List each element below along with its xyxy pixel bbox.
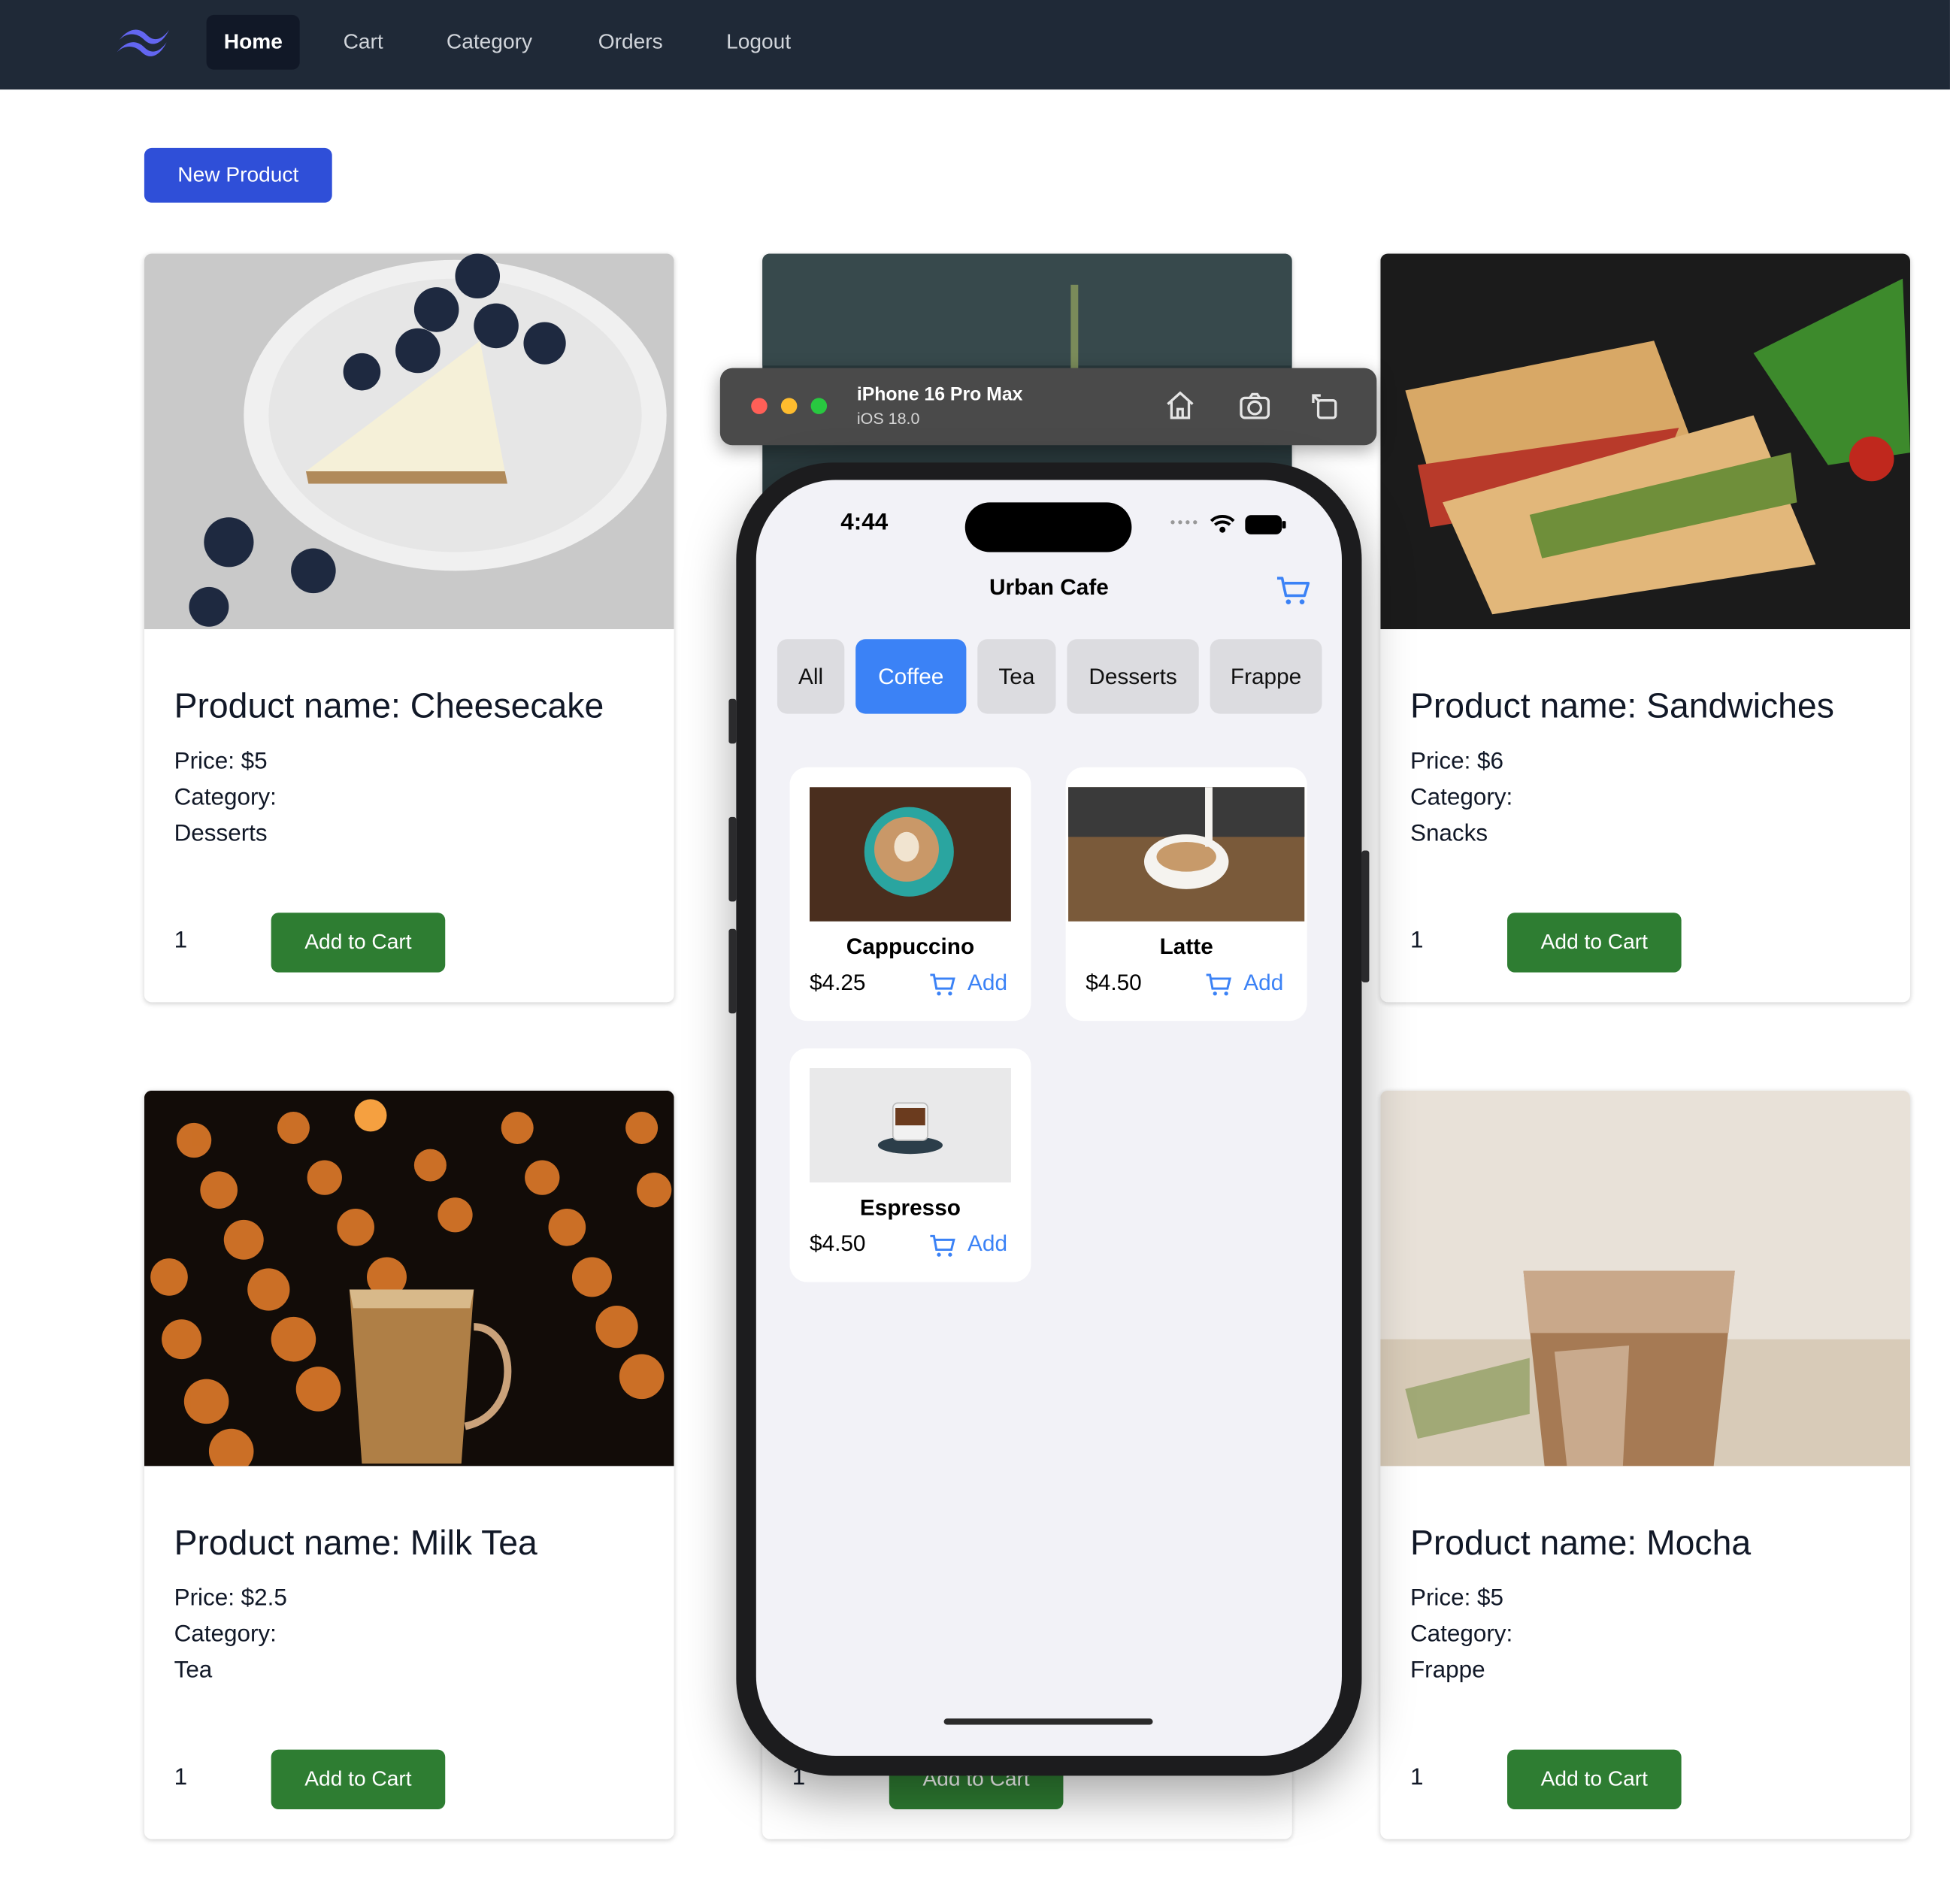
zoom-window-button[interactable] (810, 398, 828, 414)
product-category: Tea (174, 1657, 213, 1684)
dynamic-island (964, 502, 1132, 552)
item-name: Cappuccino (846, 934, 975, 959)
home-indicator[interactable] (943, 1718, 1153, 1725)
product-name: Product name: Mocha (1410, 1523, 1752, 1562)
status-time: 4:44 (840, 510, 889, 537)
rotate-icon[interactable] (1307, 388, 1342, 422)
simulator-device-name: iPhone 16 Pro Max (856, 384, 1023, 406)
tab-tea[interactable]: Tea (977, 639, 1056, 714)
minimize-window-button[interactable] (780, 398, 798, 414)
cellular-signal-icon (1170, 520, 1198, 525)
add-button[interactable]: Add (967, 970, 1007, 996)
cart-add-icon[interactable] (929, 973, 956, 997)
wifi-icon (1210, 514, 1235, 533)
item-image (809, 1068, 1011, 1183)
close-window-button[interactable] (751, 398, 768, 414)
quantity-value[interactable]: 1 (174, 1764, 187, 1791)
product-category-label: Category: (174, 784, 277, 811)
product-price: Price: $6 (1410, 748, 1504, 775)
volume-down-button[interactable] (728, 928, 737, 1014)
product-card: Product name: Cheesecake Price: $5 Categ… (144, 253, 674, 1003)
tab-frappe[interactable]: Frappe (1210, 639, 1322, 714)
action-button[interactable] (728, 698, 737, 744)
add-to-cart-button[interactable]: Add to Cart (271, 1749, 446, 1810)
product-price: Price: $5 (1410, 1585, 1504, 1612)
quantity-value[interactable]: 1 (174, 928, 187, 955)
home-icon[interactable] (1163, 388, 1198, 422)
product-price: Price: $2.5 (174, 1585, 287, 1612)
volume-up-button[interactable] (728, 816, 737, 902)
nav-cart[interactable]: Cart (326, 15, 400, 70)
product-price: Price: $5 (174, 748, 268, 775)
item-image (809, 787, 1011, 922)
item-name: Latte (1159, 934, 1213, 959)
product-name: Product name: Sandwiches (1410, 686, 1834, 725)
simulator-toolbar[interactable]: iPhone 16 Pro Max iOS 18.0 (719, 368, 1377, 446)
power-button[interactable] (1361, 850, 1370, 982)
add-button[interactable]: Add (1243, 970, 1283, 996)
product-card: Product name: Milk Tea Price: $2.5 Categ… (144, 1090, 674, 1839)
new-product-button[interactable]: New Product (144, 147, 332, 203)
cart-add-icon[interactable] (1205, 973, 1232, 997)
screenshot-icon[interactable] (1237, 388, 1272, 422)
simulator-os-version: iOS 18.0 (856, 409, 920, 428)
product-image (144, 1090, 674, 1467)
cart-add-icon[interactable] (929, 1234, 956, 1258)
menu-item-card[interactable]: Latte $4.50 Add (1065, 767, 1307, 1022)
item-price: $4.50 (1086, 970, 1142, 995)
app-title: Urban Cafe (989, 574, 1109, 600)
product-category: Frappe (1410, 1657, 1485, 1684)
product-category-label: Category: (1410, 784, 1513, 811)
nav-category[interactable]: Category (429, 15, 550, 70)
product-name: Product name: Cheesecake (174, 686, 604, 725)
add-button[interactable]: Add (967, 1231, 1007, 1258)
battery-icon (1245, 515, 1286, 534)
logo-icon[interactable] (114, 23, 171, 60)
product-card: Product name: Mocha Price: $5 Category: … (1380, 1090, 1911, 1839)
nav-logout[interactable]: Logout (709, 15, 808, 70)
product-image (1380, 1090, 1911, 1467)
item-price: $4.50 (809, 1230, 866, 1256)
quantity-value[interactable]: 1 (1410, 928, 1423, 955)
product-category-label: Category: (1410, 1621, 1513, 1648)
top-nav: Home Cart Category Orders Logout (0, 0, 1950, 90)
nav-home[interactable]: Home (206, 14, 301, 70)
add-to-cart-button[interactable]: Add to Cart (1507, 1749, 1682, 1810)
item-price: $4.25 (809, 970, 866, 995)
tab-desserts[interactable]: Desserts (1067, 639, 1199, 714)
iphone-simulator: 4:44 Urban Cafe All Coffee Tea Desserts … (728, 462, 1370, 1776)
menu-item-card[interactable]: Cappuccino $4.25 Add (789, 767, 1031, 1022)
add-to-cart-button[interactable]: Add to Cart (1507, 913, 1682, 973)
phone-screen: 4:44 Urban Cafe All Coffee Tea Desserts … (755, 480, 1342, 1756)
product-name: Product name: Milk Tea (174, 1523, 537, 1562)
menu-item-card[interactable]: Espresso $4.50 Add (789, 1048, 1031, 1282)
product-category: Snacks (1410, 820, 1488, 847)
cart-icon[interactable] (1276, 574, 1310, 607)
product-card: Product name: Sandwiches Price: $6 Categ… (1380, 253, 1911, 1003)
product-category: Desserts (174, 820, 268, 847)
nav-orders[interactable]: Orders (581, 15, 680, 70)
product-category-label: Category: (174, 1621, 277, 1648)
tab-all[interactable]: All (777, 639, 845, 714)
tab-coffee[interactable]: Coffee (855, 639, 967, 714)
item-name: Espresso (859, 1194, 961, 1220)
quantity-value[interactable]: 1 (1410, 1764, 1423, 1791)
product-image (144, 253, 674, 630)
add-to-cart-button[interactable]: Add to Cart (271, 913, 446, 973)
product-image (1380, 253, 1911, 630)
item-image (1068, 787, 1305, 922)
